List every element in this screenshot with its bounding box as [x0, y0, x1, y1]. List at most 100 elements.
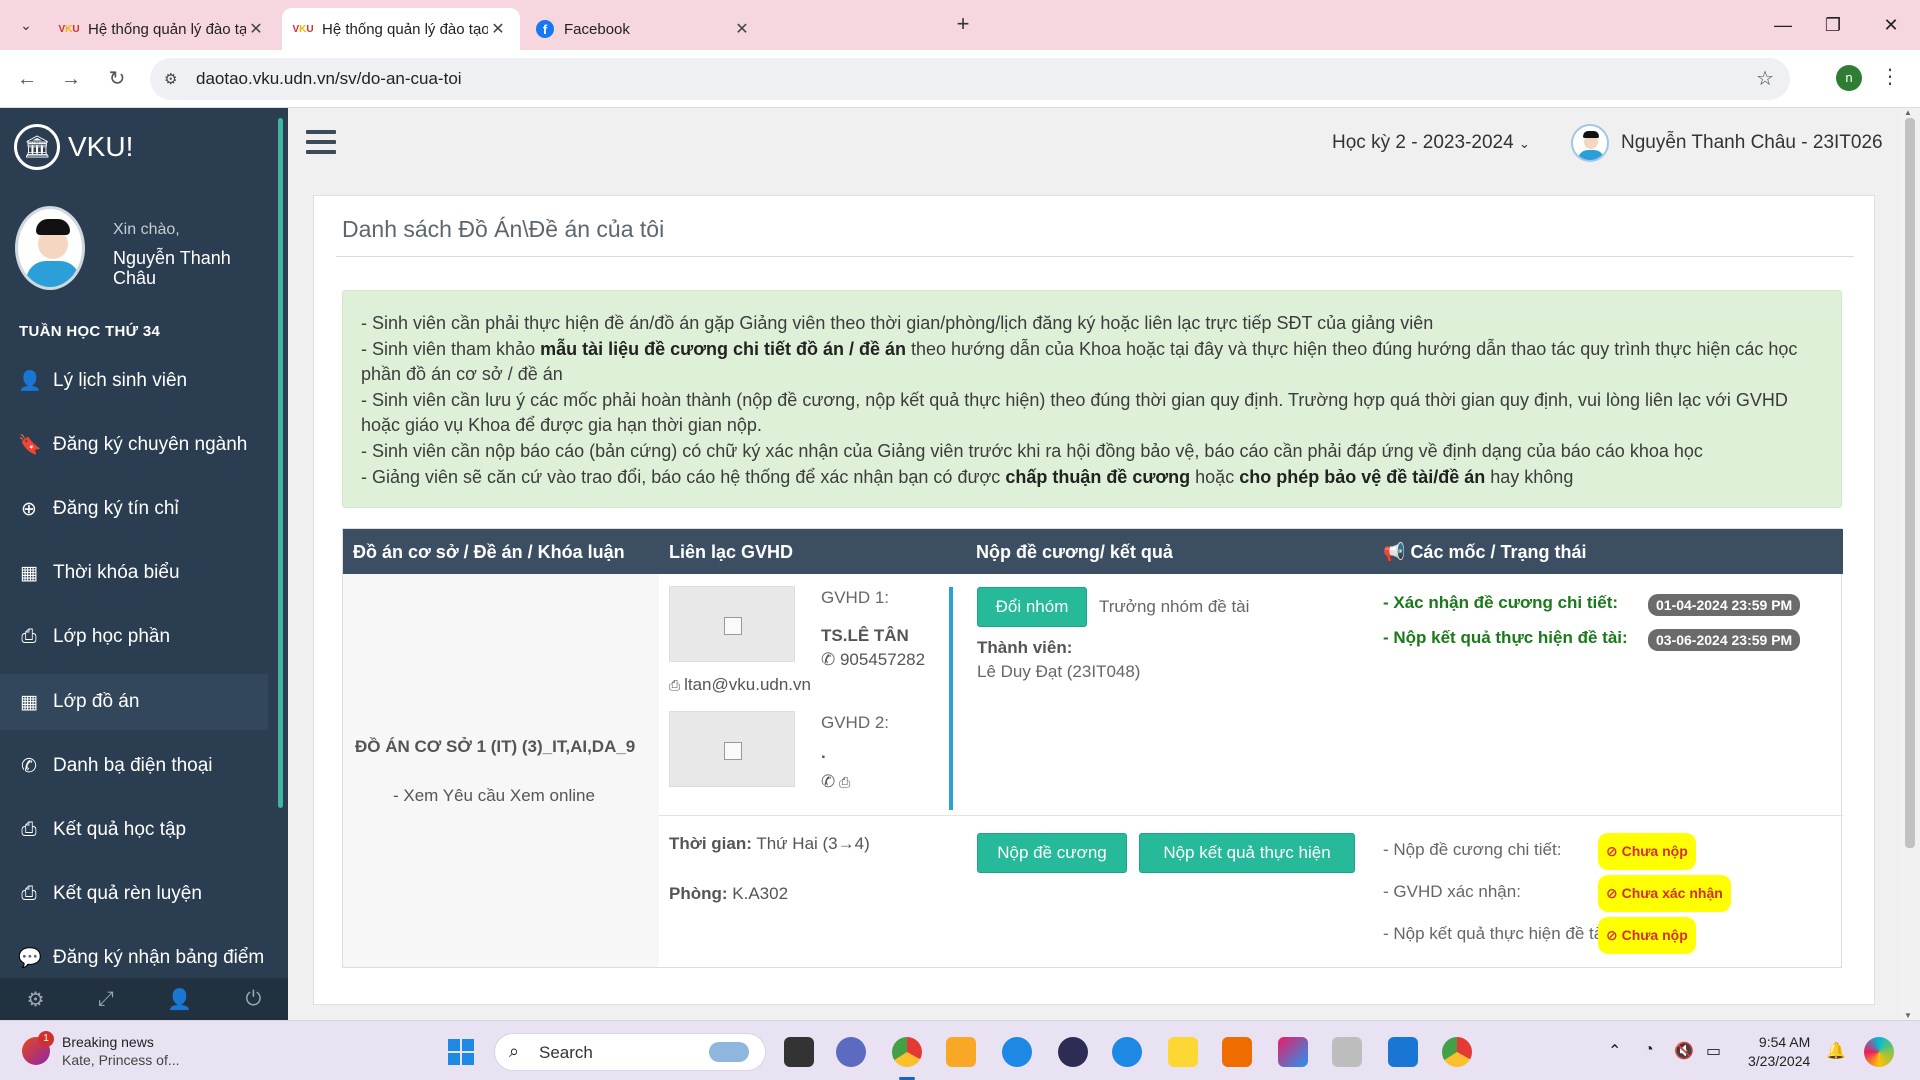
close-window-icon[interactable]: ✕	[1876, 10, 1906, 40]
sidebar-item-dang-ky-chuyen-nganh[interactable]: 🔖 Đăng ký chuyên ngành	[0, 417, 268, 473]
minimize-icon[interactable]: —	[1768, 10, 1798, 40]
forward-icon[interactable]: →	[56, 64, 86, 94]
supervisor-2-contact: ✆ ⎙	[821, 772, 850, 792]
chrome-icon[interactable]	[1442, 1037, 1472, 1067]
top-nav: Học kỳ 2 - 2023-2024 ⌄ Nguyễn Thanh Châu…	[288, 108, 1900, 180]
weather-icon	[709, 1042, 749, 1062]
app-icon[interactable]	[1168, 1037, 1198, 1067]
semester-dropdown[interactable]: Học kỳ 2 - 2023-2024 ⌄	[1332, 132, 1530, 154]
supervisor-2-name: .	[821, 743, 826, 762]
scroll-down-icon[interactable]: ▼	[1904, 1011, 1912, 1020]
sidebar-item-lop-do-an[interactable]: ▦ Lớp đồ án	[0, 674, 268, 730]
wifi-icon[interactable]: ◔	[1644, 1041, 1654, 1059]
notice-line: - Sinh viên tham khảo mẫu tài liệu đề cư…	[361, 338, 1798, 385]
volume-muted-icon[interactable]: 🔇	[1674, 1041, 1694, 1061]
milestone-outline-date: 01-04-2024 23:59 PM	[1648, 594, 1801, 616]
tab-search-chevron-icon[interactable]: ⌄	[12, 12, 40, 38]
back-icon[interactable]: ←	[12, 64, 42, 94]
reload-icon[interactable]: ↻	[102, 64, 132, 94]
sidebar-item-ly-lich[interactable]: 👤 Lý lịch sinh viên	[0, 353, 268, 409]
hamburger-menu-icon[interactable]	[306, 130, 336, 156]
profile-avatar[interactable]: n	[1836, 65, 1862, 91]
supervisor-1-email[interactable]: ⎙ ltan@vku.udn.vn	[669, 675, 811, 695]
logo[interactable]: 🏛 VKU!	[14, 124, 133, 170]
sidebar-item-label: Lớp học phần	[53, 626, 171, 647]
plus-circle-icon: ⊕	[21, 498, 37, 520]
address-bar[interactable]: ⚙ daotao.vku.udn.vn/sv/do-an-cua-toi ☆	[150, 58, 1790, 100]
row-divider	[659, 815, 1843, 816]
eclipse-icon[interactable]	[1058, 1037, 1088, 1067]
fullscreen-icon[interactable]: ⤢	[98, 988, 114, 1011]
notice-line: - Sinh viên cần nộp báo cáo (bản cứng) c…	[361, 440, 1703, 461]
restore-icon[interactable]: ❐	[1818, 10, 1848, 40]
sidebar-item-lop-hoc-phan[interactable]: ⎙ Lớp học phần	[0, 609, 268, 665]
header-username[interactable]: Nguyễn Thanh Châu - 23IT026	[1621, 132, 1883, 154]
supervisor-1-label: GVHD 1:	[821, 588, 890, 607]
change-group-button[interactable]: Đổi nhóm	[977, 587, 1087, 627]
app-icon[interactable]	[1278, 1037, 1308, 1067]
sidebar-scrollbar[interactable]	[278, 118, 283, 808]
new-tab-button[interactable]: +	[950, 12, 976, 38]
sidebar-item-label: Danh bạ điện thoại	[53, 755, 213, 776]
teams-icon[interactable]	[836, 1037, 866, 1067]
battery-icon[interactable]: ▭	[1706, 1041, 1721, 1061]
clock-date: 3/23/2024	[1748, 1053, 1811, 1069]
scroll-thumb[interactable]	[1905, 118, 1915, 848]
sublime-icon[interactable]	[1222, 1037, 1252, 1067]
tab-title: Facebook	[564, 20, 630, 38]
sidebar-item-danh-ba[interactable]: ✆ Danh bạ điện thoại	[0, 738, 268, 794]
app-icon[interactable]	[1112, 1037, 1142, 1067]
task-view-icon[interactable]	[784, 1037, 814, 1067]
chrome-icon[interactable]	[892, 1037, 922, 1067]
tab-daotao-1[interactable]: VKU Hệ thống quản lý đào tạo - Trườ ✕	[48, 8, 278, 50]
megaphone-icon: 📢	[1383, 542, 1406, 562]
page-scrollbar[interactable]: ▲ ▼	[1900, 108, 1920, 1020]
close-tab-icon[interactable]: ✕	[488, 19, 508, 39]
power-icon[interactable]: ⏻	[245, 988, 261, 1011]
calendar-icon: ▦	[20, 562, 38, 584]
tab-facebook[interactable]: f Facebook ✕	[524, 8, 764, 50]
sidebar-item-dang-ky-tin-chi[interactable]: ⊕ Đăng ký tín chỉ	[0, 481, 268, 537]
browser-menu-icon[interactable]: ⋮	[1880, 64, 1900, 89]
profile-icon[interactable]: 👤	[167, 987, 192, 1012]
search-placeholder: Search	[539, 1043, 593, 1062]
sidebar-item-ket-qua-hoc-tap[interactable]: ⎙ Kết quả học tập	[0, 802, 268, 858]
settings-icon[interactable]: ⚙	[27, 987, 45, 1012]
url-text[interactable]: daotao.vku.udn.vn/sv/do-an-cua-toi	[196, 69, 462, 89]
app-icon[interactable]	[1332, 1037, 1362, 1067]
project-name: ĐỒ ÁN CƠ SỞ 1 (IT) (3)_IT,AI,DA_9	[355, 737, 636, 756]
clock[interactable]: 9:54 AM 3/23/2024	[1748, 1033, 1810, 1071]
close-tab-icon[interactable]: ✕	[246, 19, 266, 39]
status-outline-badge: ⊘ Chưa nộp	[1598, 833, 1696, 870]
phone-icon: ✆	[821, 650, 840, 669]
milestone-outline-label: - Xác nhận đề cương chi tiết:	[1383, 593, 1619, 612]
submit-result-button[interactable]: Nộp kết quả thực hiện	[1139, 833, 1355, 873]
group-divider	[949, 587, 953, 810]
sidebar-item-ket-qua-ren-luyen[interactable]: ⎙ Kết quả rèn luyện	[0, 866, 268, 922]
group-leader-label: Trưởng nhóm đề tài	[1099, 597, 1250, 616]
site-info-icon[interactable]: ⚙	[164, 70, 177, 88]
close-tab-icon[interactable]: ✕	[732, 19, 752, 39]
supervisor-1-photo	[669, 586, 795, 662]
windows-start-icon[interactable]	[448, 1039, 474, 1065]
notification-bell-icon[interactable]: 🔔	[1826, 1041, 1846, 1061]
zalo-icon[interactable]	[1002, 1037, 1032, 1067]
vscode-icon[interactable]	[1388, 1037, 1418, 1067]
copilot-icon[interactable]	[1864, 1037, 1894, 1067]
taskbar-search[interactable]: ⌕ Search	[494, 1033, 766, 1071]
column-header: Nộp đề cương/ kết quả	[976, 542, 1173, 562]
template-link[interactable]: mẫu tài liệu đề cương chi tiết đồ án / đ…	[540, 339, 906, 359]
bookmark-star-icon[interactable]: ☆	[1756, 66, 1774, 91]
sidebar-item-thoi-khoa-bieu[interactable]: ▦ Thời khóa biểu	[0, 545, 268, 601]
submit-outline-button[interactable]: Nộp đề cương	[977, 833, 1127, 873]
project-links[interactable]: - Xem Yêu cầu Xem online	[393, 786, 595, 806]
supervisor-1-phone[interactable]: ✆ 905457282	[821, 650, 925, 670]
header-avatar[interactable]	[1571, 124, 1609, 162]
file-explorer-icon[interactable]	[946, 1037, 976, 1067]
scroll-up-icon[interactable]: ▲	[1904, 108, 1912, 117]
address-row: ← → ↻ ⚙ daotao.vku.udn.vn/sv/do-an-cua-t…	[0, 50, 1920, 108]
news-widget[interactable]: 1 Breaking news Kate, Princess of...	[22, 1031, 180, 1069]
member-name: Lê Duy Đạt (23IT048)	[977, 662, 1141, 681]
chevron-up-icon[interactable]: ⌃	[1608, 1041, 1621, 1061]
tab-daotao-2[interactable]: VKU Hệ thống quản lý đào tạo - Trườ ✕	[282, 8, 520, 50]
